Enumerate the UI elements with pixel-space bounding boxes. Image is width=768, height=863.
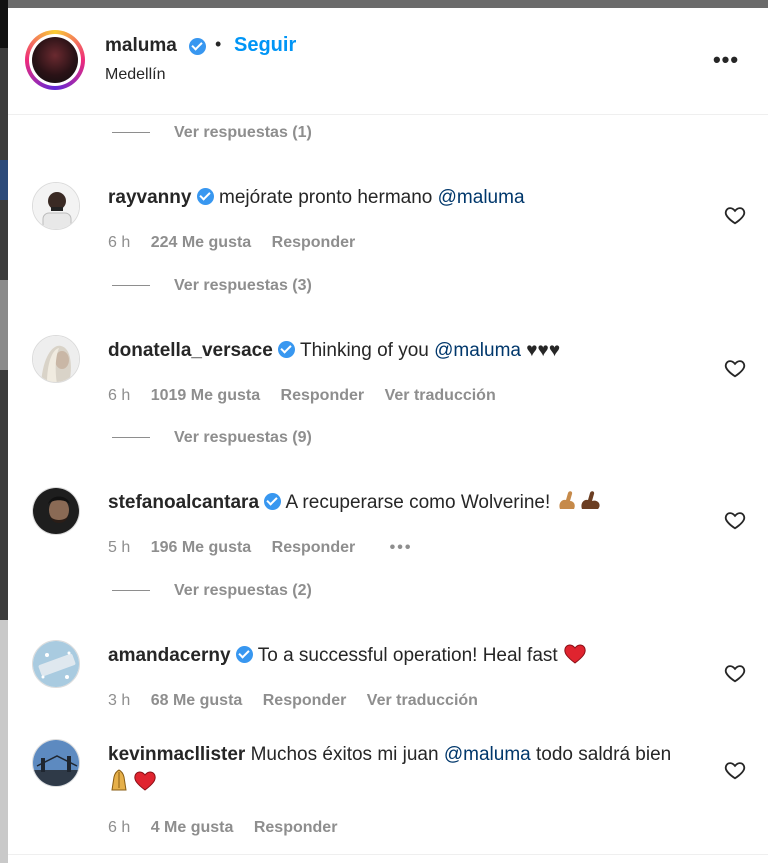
mention-link[interactable]: @maluma bbox=[438, 187, 525, 208]
comment-time[interactable]: 6 h bbox=[108, 819, 130, 836]
comment-text: kevinmacllister Muchos éxitos mi juan @m… bbox=[108, 741, 698, 797]
reply-button[interactable]: Responder bbox=[263, 692, 347, 709]
commenter-avatar[interactable] bbox=[32, 487, 80, 535]
comment-text: stefanoalcantara A recuperarse como Wolv… bbox=[108, 489, 698, 517]
commenter-username[interactable]: stefanoalcantara bbox=[108, 492, 259, 513]
comment-likes[interactable]: 1019 Me gusta bbox=[151, 387, 260, 404]
commenter-avatar[interactable] bbox=[32, 739, 80, 787]
view-replies-button[interactable]: Ver respuestas (2) bbox=[112, 582, 312, 600]
like-heart-icon[interactable] bbox=[724, 204, 746, 226]
comments-bottom-divider bbox=[8, 854, 768, 855]
comment-body-suffix: ♥♥♥ bbox=[521, 340, 561, 361]
follow-button[interactable]: Seguir bbox=[234, 34, 296, 57]
verified-badge-icon bbox=[235, 646, 253, 663]
comment-time[interactable]: 6 h bbox=[108, 387, 130, 404]
more-options-icon[interactable]: ••• bbox=[711, 48, 741, 72]
comment-body: mejórate pronto hermano bbox=[219, 187, 438, 208]
separator-dot: • bbox=[215, 34, 222, 54]
view-replies-button[interactable]: Ver respuestas (3) bbox=[112, 277, 312, 295]
verified-badge-icon bbox=[189, 38, 206, 55]
view-replies-label: Ver respuestas (3) bbox=[174, 277, 312, 294]
commenter-username[interactable]: donatella_versace bbox=[108, 340, 273, 361]
commenter-username[interactable]: amandacerny bbox=[108, 645, 231, 666]
comment-text: amandacerny To a successful operation! H… bbox=[108, 642, 698, 670]
author-username[interactable]: maluma bbox=[105, 35, 177, 57]
like-heart-icon[interactable] bbox=[724, 357, 746, 379]
verified-badge-icon bbox=[278, 341, 296, 358]
post-header: maluma • Seguir Medellín ••• bbox=[8, 8, 768, 115]
verified-badge-icon bbox=[196, 188, 214, 205]
reply-button[interactable]: Responder bbox=[272, 539, 356, 556]
comment-meta: 5 h 196 Me gusta Responder ••• bbox=[108, 539, 428, 557]
background-page-top bbox=[0, 0, 768, 8]
comment-likes[interactable]: 68 Me gusta bbox=[151, 692, 243, 709]
commenter-username[interactable]: rayvanny bbox=[108, 187, 191, 208]
view-replies-label: Ver respuestas (2) bbox=[174, 582, 312, 599]
commenter-username[interactable]: kevinmacllister bbox=[108, 744, 245, 765]
comment-body: To a successful operation! Heal fast bbox=[257, 645, 563, 666]
post-comments-panel: maluma • Seguir Medellín ••• Ver respues… bbox=[8, 8, 768, 863]
like-heart-icon[interactable] bbox=[724, 509, 746, 531]
verified-badge-icon bbox=[264, 493, 282, 510]
see-translation-button[interactable]: Ver traducción bbox=[367, 692, 478, 709]
comment-meta: 6 h 4 Me gusta Responder bbox=[108, 819, 353, 837]
comment-likes[interactable]: 224 Me gusta bbox=[151, 234, 251, 251]
comment-meta: 3 h 68 Me gusta Responder Ver traducción bbox=[108, 692, 494, 710]
reply-button[interactable]: Responder bbox=[281, 387, 365, 404]
view-replies-button[interactable]: Ver respuestas (9) bbox=[112, 429, 312, 447]
comment-body-suffix: todo saldrá bien bbox=[530, 744, 672, 765]
reply-button[interactable]: Responder bbox=[272, 234, 356, 251]
comment-likes[interactable]: 4 Me gusta bbox=[151, 819, 234, 836]
comment-body: Muchos éxitos mi juan bbox=[250, 744, 444, 765]
comment-time[interactable]: 3 h bbox=[108, 692, 130, 709]
comment-likes[interactable]: 196 Me gusta bbox=[151, 539, 251, 556]
comment-meta: 6 h 1019 Me gusta Responder Ver traducci… bbox=[108, 387, 512, 405]
comment-body: A recuperarse como Wolverine! bbox=[285, 492, 556, 513]
mention-link[interactable]: @maluma bbox=[434, 340, 521, 361]
commenter-avatar[interactable] bbox=[32, 335, 80, 383]
view-replies-label: Ver respuestas (9) bbox=[174, 429, 312, 446]
comment-body: Thinking of you bbox=[299, 340, 435, 361]
red-heart-emoji-icon bbox=[564, 644, 586, 664]
reply-button[interactable]: Responder bbox=[254, 819, 338, 836]
comment-text: donatella_versace Thinking of you @malum… bbox=[108, 337, 698, 365]
comment-meta: 6 h 224 Me gusta Responder bbox=[108, 234, 371, 252]
comment-time[interactable]: 6 h bbox=[108, 234, 130, 251]
comment-text: rayvanny mejórate pronto hermano @maluma bbox=[108, 184, 698, 212]
view-replies-button[interactable]: Ver respuestas (1) bbox=[112, 124, 312, 142]
post-location[interactable]: Medellín bbox=[105, 66, 165, 84]
comment-time[interactable]: 5 h bbox=[108, 539, 130, 556]
see-translation-button[interactable]: Ver traducción bbox=[385, 387, 496, 404]
mention-link[interactable]: @maluma bbox=[444, 744, 531, 765]
like-heart-icon[interactable] bbox=[724, 759, 746, 781]
commenter-avatar[interactable] bbox=[32, 182, 80, 230]
background-page-left bbox=[0, 0, 8, 863]
comment-options-icon[interactable]: ••• bbox=[390, 539, 413, 556]
flexed-biceps-emoji-icon bbox=[558, 491, 600, 509]
like-heart-icon[interactable] bbox=[724, 662, 746, 684]
view-replies-label: Ver respuestas (1) bbox=[174, 124, 312, 141]
praying-hands-and-heart-emoji-icon bbox=[111, 769, 156, 791]
commenter-avatar[interactable] bbox=[32, 640, 80, 688]
author-avatar[interactable] bbox=[25, 30, 85, 90]
